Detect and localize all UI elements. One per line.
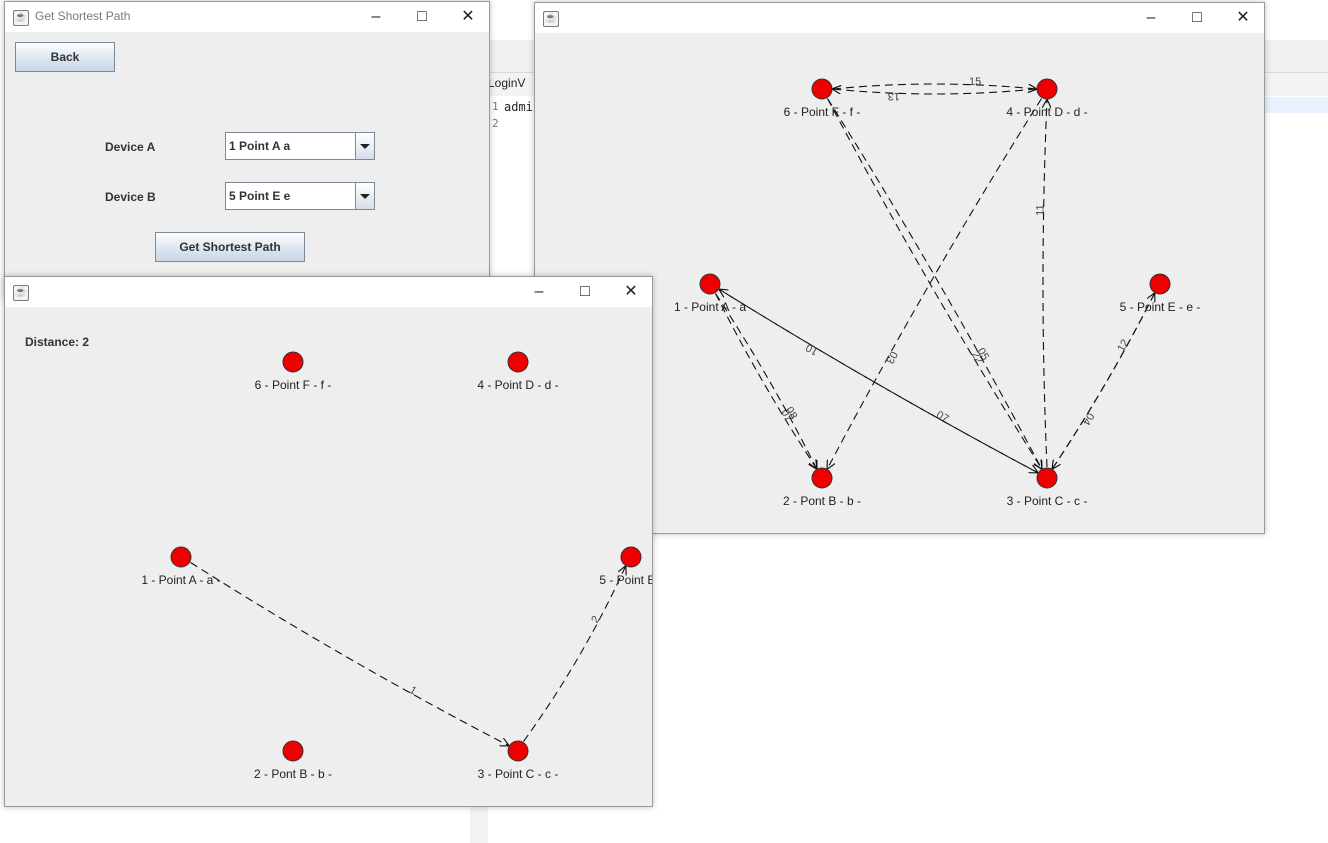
get-shortest-path-button[interactable]: Get Shortest Path — [155, 232, 305, 262]
graph-node-label-4: 4 - Point D - d - — [1006, 105, 1087, 119]
graph-edge-3-5 — [1052, 294, 1155, 469]
graph-edge-weight: 03 — [883, 349, 900, 366]
graph-node-3[interactable] — [1036, 467, 1058, 489]
graph-edge-weight: 11 — [1035, 204, 1047, 215]
graph-node-label-1: 1 - Point A - a — [674, 300, 746, 314]
shortest-path-result-window: ☕ – □ ✕ Distance: 2 126 - Point F - f -4… — [4, 276, 653, 807]
device-a-select[interactable]: 1 Point A a — [225, 132, 375, 160]
graph-node-1[interactable] — [699, 273, 721, 295]
graph-edge-4-6 — [833, 89, 1037, 95]
graph-node-2[interactable] — [282, 740, 304, 762]
chevron-down-icon[interactable] — [355, 133, 374, 159]
graph-edge-6-3 — [827, 98, 1042, 469]
graph-node-2[interactable] — [811, 467, 833, 489]
maximize-icon[interactable]: □ — [399, 2, 445, 32]
graph-node-4[interactable] — [1036, 78, 1058, 100]
result-window-titlebar[interactable]: ☕ – □ ✕ — [5, 277, 652, 307]
graph-node-label-5: 5 - Point E - e - — [1120, 300, 1201, 314]
shortest-path-form-window: ☕ Get Shortest Path – □ ✕ Back Device A … — [4, 1, 490, 301]
graph-node-6[interactable] — [282, 351, 304, 373]
graph-edge-5-3 — [1053, 293, 1155, 469]
back-button[interactable]: Back — [15, 42, 115, 72]
graph-node-5[interactable] — [1149, 273, 1171, 295]
ide-line-number-2: 2 — [492, 117, 499, 130]
graph-edge-weight: 04 — [1080, 410, 1097, 427]
close-icon[interactable]: ✕ — [445, 2, 491, 32]
java-coffee-cup-icon: ☕ — [543, 11, 559, 27]
java-coffee-cup-icon: ☕ — [13, 285, 29, 301]
graph-edge-weight: 15 — [969, 76, 981, 88]
graph-node-label-2: 2 - Pont B - b - — [254, 767, 332, 781]
close-icon[interactable]: ✕ — [608, 277, 654, 307]
close-icon[interactable]: ✕ — [1220, 3, 1266, 33]
graph-node-4[interactable] — [507, 351, 529, 373]
graph-edge-1-3 — [190, 562, 509, 745]
minimize-icon[interactable]: – — [1128, 3, 1174, 33]
graph-node-label-6: 6 - Point F - f - — [255, 378, 332, 392]
graph-node-label-5: 5 - Point E - — [599, 573, 652, 587]
graph-edge-4-2 — [828, 98, 1042, 469]
graph-window-titlebar[interactable]: ☕ – □ ✕ — [535, 3, 1264, 33]
maximize-icon[interactable]: □ — [562, 277, 608, 307]
graph-node-3[interactable] — [507, 740, 529, 762]
shortest-path-canvas[interactable]: 1 2 6 - Point F - f - 4 - Point D - d - 1 - … — [5, 307, 652, 806]
ide-code-text[interactable]: admi — [504, 100, 533, 114]
graph-node-5[interactable] — [620, 546, 642, 568]
graph-edge-6-4 — [832, 83, 1036, 89]
graph-edge-weight: 13 — [888, 90, 900, 102]
ide-highlight-row — [1260, 97, 1328, 113]
graph-edge-6-3 — [827, 98, 1042, 469]
minimize-icon[interactable]: – — [353, 2, 399, 32]
graph-edge-3-5 — [523, 567, 626, 742]
device-a-value: 1 Point A a — [229, 139, 291, 153]
java-coffee-cup-icon: ☕ — [13, 10, 29, 26]
graph-edge-1-2 — [715, 293, 816, 469]
minimize-icon[interactable]: – — [516, 277, 562, 307]
device-b-select[interactable]: 5 Point E e — [225, 182, 375, 210]
device-b-value: 5 Point E e — [229, 189, 291, 203]
graph-node-label-2: 2 - Pont B - b - — [783, 494, 861, 508]
graph-edge-weight: 10 — [804, 341, 821, 358]
graph-node-label-4: 4 - Point D - d - — [477, 378, 558, 392]
graph-node-label-6: 6 - Point F - f - — [784, 105, 861, 119]
ide-tab[interactable]: LoginV — [488, 76, 525, 90]
device-b-label: Device B — [105, 190, 156, 204]
graph-edge-3-1 — [720, 289, 1038, 473]
maximize-icon[interactable]: □ — [1174, 3, 1220, 33]
ide-line-number-1: 1 — [492, 100, 499, 113]
form-window-title: Get Shortest Path — [35, 9, 131, 23]
chevron-down-icon[interactable] — [355, 183, 374, 209]
graph-node-label-3: 3 - Point C - c - — [1007, 494, 1088, 508]
graph-node-label-1: 1 - Point A - a - — [141, 573, 220, 587]
graph-edge-3-4 — [1043, 100, 1047, 468]
graph-node-6[interactable] — [811, 78, 833, 100]
graph-edge-weight: 07 — [934, 409, 951, 426]
graph-edge-weight: 2 — [589, 614, 602, 625]
graph-edge-1-3 — [719, 289, 1038, 472]
graph-edge-1-2 — [715, 293, 816, 469]
form-window-titlebar[interactable]: ☕ Get Shortest Path – □ ✕ — [5, 2, 489, 32]
device-a-label: Device A — [105, 140, 156, 154]
graph-node-1[interactable] — [170, 546, 192, 568]
graph-edge-weight: 1 — [407, 684, 418, 697]
graph-node-label-3: 3 - Point C - c - — [478, 767, 559, 781]
